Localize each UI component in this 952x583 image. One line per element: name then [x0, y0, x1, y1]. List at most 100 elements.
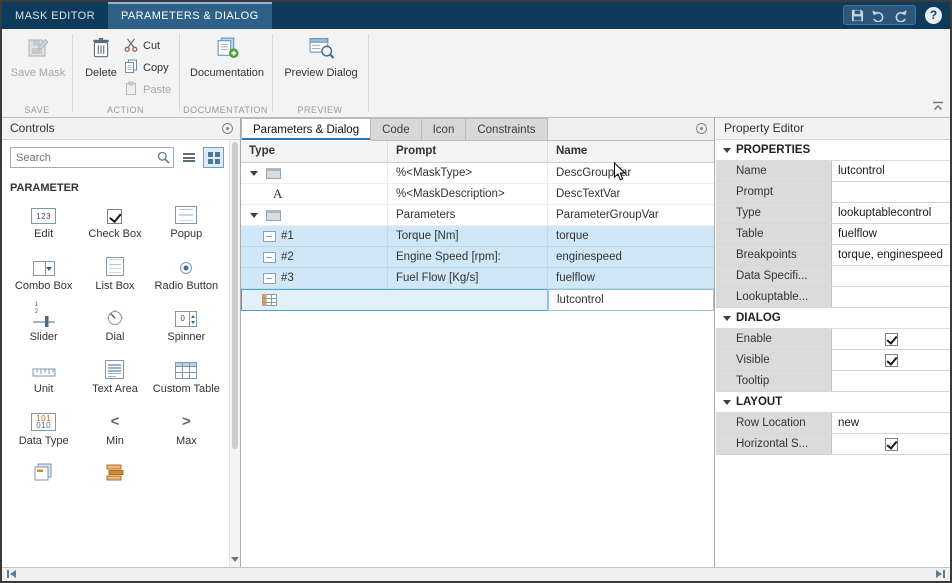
table-row-parametergroup[interactable]: Parameters ParameterGroupVar	[241, 205, 714, 226]
lookup-table-icon	[262, 294, 277, 306]
table-row-torque[interactable]: #1 Torque [Nm] torque	[241, 226, 714, 247]
group-label-save: SAVE	[24, 105, 50, 115]
control-item-slider[interactable]: 1 2 Slider	[8, 301, 79, 344]
controls-scrollbar[interactable]	[229, 140, 240, 567]
table-header: Type Prompt Name	[241, 141, 714, 163]
control-item-spinner[interactable]: 0 Spinner	[151, 305, 222, 344]
table-row-lutcontrol-selected[interactable]: lutcontrol	[241, 289, 714, 311]
delete-icon	[90, 36, 112, 63]
property-row-row-location: Row Location new	[716, 413, 950, 434]
row-name[interactable]: fuelflow	[547, 268, 714, 288]
row-prompt[interactable]: Engine Speed [rpm]:	[387, 247, 547, 267]
table-row-enginespeed[interactable]: #2 Engine Speed [rpm]: enginespeed	[241, 247, 714, 268]
property-value-lookuptable[interactable]	[832, 287, 950, 307]
row-prompt[interactable]: %<MaskDescription>	[387, 184, 547, 204]
tab-parameters-and-dialog[interactable]: Parameters & Dialog	[241, 118, 372, 141]
property-value-table[interactable]: fuelflow	[832, 224, 950, 244]
row-prompt[interactable]	[388, 290, 548, 310]
panel-help-icon[interactable]	[222, 123, 233, 134]
grid-view-button[interactable]	[203, 147, 224, 168]
section-properties[interactable]: PROPERTIES	[716, 140, 950, 161]
control-item-promoted-parameter[interactable]	[8, 460, 79, 486]
panel-help-icon[interactable]	[696, 123, 707, 134]
control-item-check-box[interactable]: Check Box	[79, 202, 150, 241]
collapse-caret-icon[interactable]	[250, 212, 258, 218]
column-header-prompt[interactable]: Prompt	[387, 141, 547, 162]
control-item-min[interactable]: < Min	[79, 409, 150, 448]
table-row-fuelflow[interactable]: #3 Fuel Flow [Kg/s] fuelflow	[241, 268, 714, 289]
section-layout[interactable]: LAYOUT	[716, 392, 950, 413]
control-item-dial[interactable]: Dial	[79, 305, 150, 344]
section-dialog[interactable]: DIALOG	[716, 308, 950, 329]
property-value-name[interactable]: lutcontrol	[832, 161, 950, 181]
spinner-icon: 0	[175, 311, 198, 328]
row-prompt[interactable]: Fuel Flow [Kg/s]	[387, 268, 547, 288]
scroll-down-icon[interactable]	[230, 553, 240, 565]
ribbon: Save Mask Delete Cut Copy Paste Document…	[2, 29, 950, 118]
search-input[interactable]	[10, 147, 174, 168]
slider-icon: 1 2	[32, 301, 56, 328]
enable-checkbox[interactable]	[884, 332, 898, 346]
undo-icon[interactable]	[871, 9, 886, 22]
scrollbar-thumb[interactable]	[232, 142, 238, 450]
row-name[interactable]: ParameterGroupVar	[547, 205, 714, 225]
row-name[interactable]: DescTextVar	[547, 184, 714, 204]
controls-panel-header: Controls	[2, 118, 240, 140]
documentation-button[interactable]: Documentation	[188, 36, 266, 79]
visible-checkbox[interactable]	[884, 353, 898, 367]
horizontal-stretch-checkbox[interactable]	[884, 437, 898, 451]
property-value-data-specification[interactable]	[832, 266, 950, 286]
control-item-custom-table[interactable]: Custom Table	[151, 357, 222, 396]
control-item-text-area[interactable]: Text Area	[79, 357, 150, 396]
control-item-combo-box[interactable]: Combo Box	[8, 254, 79, 293]
tab-constraints[interactable]: Constraints	[466, 118, 548, 141]
property-row-breakpoints: Breakpoints torque, enginespeed	[716, 245, 950, 266]
row-name[interactable]: DescGroupVar	[547, 163, 714, 183]
control-item-data-type[interactable]: 101 010 Data Type	[8, 409, 79, 448]
max-icon: >	[181, 412, 191, 430]
row-prompt[interactable]: %<MaskType>	[387, 163, 547, 183]
table-row-descgroup[interactable]: %<MaskType> DescGroupVar	[241, 163, 714, 184]
control-item-max[interactable]: > Max	[151, 409, 222, 448]
control-item-list-box[interactable]: List Box	[79, 254, 150, 293]
control-item-promote-all[interactable]	[79, 460, 150, 486]
collapse-ribbon-icon[interactable]	[932, 100, 944, 114]
control-item-unit[interactable]: Unit	[8, 357, 79, 396]
row-name[interactable]: torque	[547, 226, 714, 246]
table-row-desctext[interactable]: A %<MaskDescription> DescTextVar	[241, 184, 714, 205]
tab-code[interactable]: Code	[371, 118, 422, 141]
property-value-prompt[interactable]	[832, 182, 950, 202]
row-prompt[interactable]: Torque [Nm]	[387, 226, 547, 246]
row-prompt[interactable]: Parameters	[387, 205, 547, 225]
list-view-button[interactable]	[178, 147, 199, 168]
save-mask-button[interactable]: Save Mask	[8, 36, 68, 79]
cut-button[interactable]: Cut	[124, 35, 171, 57]
property-value-type[interactable]: lookuptablecontrol	[832, 203, 950, 223]
tab-parameters-dialog[interactable]: PARAMETERS & DIALOG	[108, 2, 272, 29]
tab-icon[interactable]: Icon	[421, 118, 467, 141]
tab-mask-editor[interactable]: MASK EDITOR	[2, 2, 108, 29]
collapse-caret-icon[interactable]	[250, 170, 258, 176]
collapse-left-panel-icon[interactable]	[7, 570, 16, 578]
collapse-right-panel-icon[interactable]	[936, 570, 945, 578]
delete-button[interactable]: Delete	[79, 36, 123, 79]
property-value-row-location[interactable]: new	[832, 413, 950, 433]
property-value-tooltip[interactable]	[832, 371, 950, 391]
preview-dialog-icon	[308, 36, 335, 63]
help-icon[interactable]: ?	[925, 7, 942, 24]
row-name[interactable]: enginespeed	[547, 247, 714, 267]
copy-button[interactable]: Copy	[124, 57, 171, 79]
control-item-popup[interactable]: Popup	[151, 202, 222, 241]
paste-button[interactable]: Paste	[124, 79, 171, 101]
save-icon[interactable]	[851, 9, 864, 22]
column-header-type[interactable]: Type	[241, 141, 387, 162]
control-item-edit[interactable]: 123 Edit	[8, 202, 79, 241]
property-row-horizontal-stretch: Horizontal S...	[716, 434, 950, 455]
preview-dialog-button[interactable]: Preview Dialog	[279, 36, 363, 79]
property-value-breakpoints[interactable]: torque, enginespeed	[832, 245, 950, 265]
control-item-radio-button[interactable]: Radio Button	[151, 254, 222, 293]
row-name-editing[interactable]: lutcontrol	[547, 289, 714, 311]
column-header-name[interactable]: Name	[547, 141, 714, 162]
redo-icon[interactable]	[893, 9, 908, 22]
section-caret-icon	[723, 315, 731, 321]
